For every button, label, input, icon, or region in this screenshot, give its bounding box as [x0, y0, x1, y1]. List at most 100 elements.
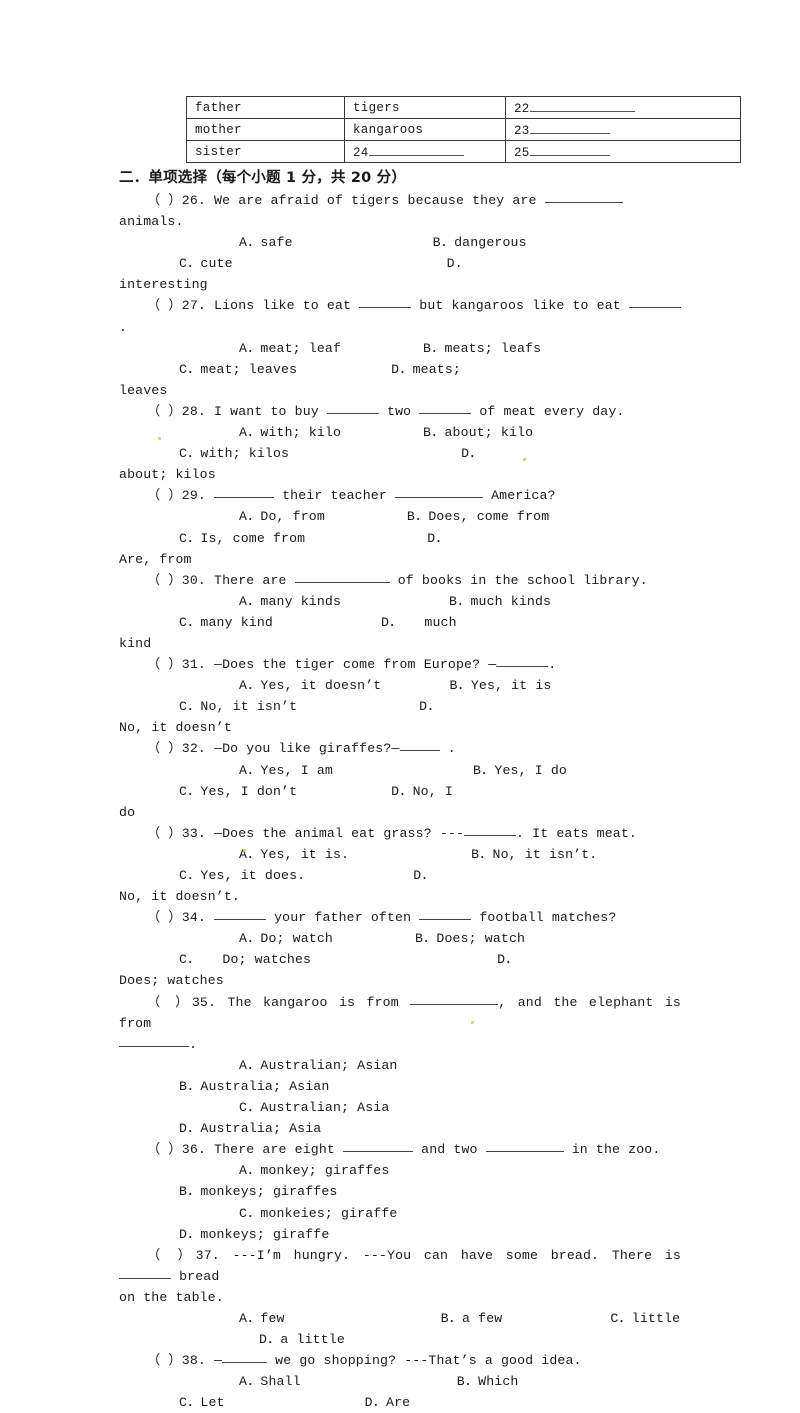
option-a[interactable]: A．monkey; giraffes [179, 1160, 389, 1181]
option-b[interactable]: B．much kinds [389, 591, 551, 612]
option-b[interactable]: B．Does; watch [355, 928, 525, 949]
stem-text: but kangaroos like to eat [411, 298, 629, 314]
option-d[interactable]: D．a little [199, 1329, 345, 1350]
answer-paren[interactable]: （ ） [147, 995, 192, 1010]
option-d-letter[interactable]: D． [401, 443, 482, 464]
option-a[interactable]: A．Yes, it doesn’t [179, 675, 381, 696]
answer-blank[interactable] [419, 401, 472, 414]
stem-text: We are afraid of tigers because they are [214, 193, 545, 208]
option-a[interactable]: A．meat; leaf [179, 338, 341, 359]
answer-paren[interactable]: （ ） [147, 826, 182, 841]
scan-artifact [523, 458, 526, 461]
option-c[interactable]: C．little [550, 1308, 680, 1329]
option-d-letter[interactable]: D． [367, 528, 448, 549]
option-b[interactable]: B．about; kilo [363, 422, 533, 443]
option-b[interactable]: B．Yes, I do [413, 760, 567, 781]
option-c[interactable]: C．Yes, I don’t [119, 781, 297, 802]
option-b[interactable]: B．dangerous [373, 232, 527, 253]
option-a[interactable]: A．safe [179, 232, 293, 253]
answer-blank[interactable] [485, 1139, 564, 1153]
stem-text: . [119, 319, 128, 335]
answer-paren[interactable]: （ ） [147, 573, 182, 588]
answer-blank[interactable] [119, 1034, 189, 1047]
answer-blank[interactable] [343, 1139, 414, 1153]
option-a[interactable]: A．Yes, it is. [179, 844, 349, 865]
option-b[interactable]: B．Which [397, 1371, 519, 1392]
question-number: 29. [181, 488, 206, 504]
question-35-stem: （ ）35. The kangaroo is from , and the el… [119, 992, 681, 1034]
answer-paren[interactable]: （ ） [147, 741, 182, 756]
option-d[interactable]: D．monkeys; giraffe [119, 1224, 329, 1245]
option-a[interactable]: A．Australian; Asian [179, 1055, 398, 1076]
option-a[interactable]: A．with; kilo [179, 422, 341, 443]
answer-paren[interactable]: （ ） [147, 1248, 196, 1263]
option-c[interactable]: C．meat; leaves [119, 359, 297, 380]
answer-paren[interactable]: （ ） [147, 1142, 182, 1157]
answer-blank[interactable] [529, 99, 635, 112]
option-b[interactable]: B．meats; leafs [363, 338, 541, 359]
option-d-letter[interactable]: D． [437, 949, 518, 970]
answer-paren[interactable]: （ ） [147, 910, 182, 925]
answer-blank[interactable] [496, 654, 549, 668]
answer-blank[interactable] [222, 1350, 268, 1364]
option-c[interactable]: C．No, it isn’t [119, 696, 297, 717]
option-c[interactable]: C． Do; watches [119, 949, 311, 970]
option-c[interactable]: C．monkeies; giraffe [179, 1203, 398, 1224]
option-d-letter[interactable]: D． [359, 696, 440, 717]
answer-blank[interactable] [294, 570, 390, 583]
option-c[interactable]: C．Australian; Asia [179, 1097, 389, 1118]
answer-blank[interactable] [410, 992, 499, 1005]
answer-paren[interactable]: （ ） [147, 657, 182, 672]
question-31-options: A．Yes, it doesn’t B．Yes, it is C．No, it i… [119, 675, 681, 717]
answer-blank[interactable] [395, 485, 483, 499]
answer-blank[interactable] [399, 738, 440, 752]
option-c[interactable]: C．Let [119, 1392, 225, 1413]
document-page: father tigers 22 mother kangaroos 23 sis… [0, 0, 800, 1410]
answer-blank[interactable] [529, 121, 610, 134]
option-a[interactable]: A．Yes, I am [179, 760, 333, 781]
answer-blank[interactable] [214, 485, 275, 499]
answer-blank[interactable] [419, 907, 472, 921]
answer-blank[interactable] [326, 401, 379, 414]
option-b[interactable]: B．Australia; Asian [119, 1076, 329, 1097]
answer-paren[interactable]: （ ） [147, 193, 182, 208]
table-row: mother kangaroos 23 [186, 118, 741, 141]
answer-blank[interactable] [119, 1266, 171, 1279]
option-c[interactable]: C．cute [119, 253, 233, 274]
option-a[interactable]: A．Shall [179, 1371, 301, 1392]
answer-blank[interactable] [368, 143, 464, 156]
answer-paren[interactable]: （ ） [147, 298, 182, 313]
option-d-letter[interactable]: D． [353, 865, 434, 886]
answer-blank[interactable] [529, 143, 610, 156]
option-a[interactable]: A．Do, from [179, 506, 325, 527]
option-c[interactable]: C．with; kilos [119, 443, 289, 464]
option-b[interactable]: B．monkeys; giraffes [119, 1181, 338, 1202]
option-a[interactable]: A．few [179, 1308, 285, 1329]
option-c[interactable]: C．many kind [119, 612, 273, 633]
question-37-stem-wrap: on the table. [119, 1289, 224, 1305]
option-b[interactable]: B．a few [381, 1308, 503, 1329]
option-d[interactable]: D．Australia; Asia [119, 1118, 321, 1139]
option-d[interactable]: D．Are [305, 1392, 411, 1413]
option-a[interactable]: A．Do; watch [179, 928, 333, 949]
option-d[interactable]: D． much [321, 612, 457, 633]
option-d[interactable]: D．No, I [331, 781, 453, 802]
question-38-options: A．Shall B．Which C．Let D．Are [119, 1371, 681, 1413]
answer-blank[interactable] [628, 295, 681, 309]
option-c[interactable]: C．Is, come from [119, 528, 305, 549]
option-d-letter[interactable]: D. [387, 253, 463, 274]
answer-blank[interactable] [544, 190, 623, 203]
option-b[interactable]: B．Yes, it is [389, 675, 551, 696]
answer-paren[interactable]: （ ） [147, 404, 182, 419]
answer-blank[interactable] [359, 295, 412, 309]
answer-blank[interactable] [214, 907, 267, 921]
option-a[interactable]: A．many kinds [179, 591, 341, 612]
question-26-options-wrap: interesting [119, 277, 208, 293]
option-b[interactable]: B．Does, come from [347, 506, 549, 527]
answer-paren[interactable]: （ ） [147, 1353, 182, 1368]
answer-paren[interactable]: （ ） [147, 488, 182, 503]
option-d[interactable]: D．meats; [331, 359, 461, 380]
option-b[interactable]: B．No, it isn’t. [411, 844, 597, 865]
option-c[interactable]: C．Yes, it does. [119, 865, 305, 886]
answer-blank[interactable] [464, 823, 517, 836]
